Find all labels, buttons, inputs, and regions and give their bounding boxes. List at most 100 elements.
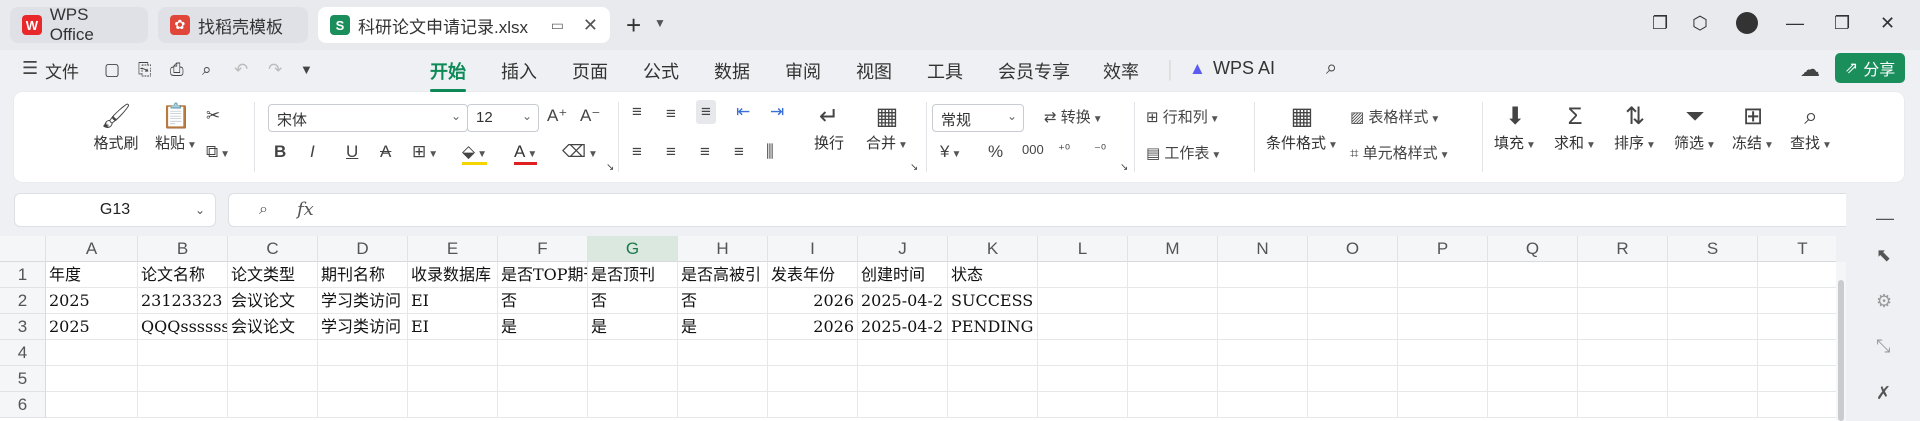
close-tab-icon[interactable]: ✕ [583, 15, 598, 36]
cell-c6[interactable] [228, 392, 318, 418]
cell-j2[interactable]: 2025-04-2 [858, 288, 948, 314]
cell-e3[interactable]: EI [408, 314, 498, 340]
cell-a1[interactable]: 年度 [46, 262, 138, 288]
tablet-mode-icon[interactable]: ❐ [1652, 13, 1668, 34]
cell-o1[interactable] [1308, 262, 1398, 288]
cell-r6[interactable] [1578, 392, 1668, 418]
cell-d6[interactable] [318, 392, 408, 418]
cell-c1[interactable]: 论文类型 [228, 262, 318, 288]
fill-color-icon[interactable]: ⬙ ▼ [462, 142, 487, 165]
sum-button[interactable]: Σ 求和 ▼ [1552, 102, 1598, 153]
avatar[interactable] [1736, 12, 1758, 34]
cell-g1[interactable]: 是否顶刊 [588, 262, 678, 288]
cell-a5[interactable] [46, 366, 138, 392]
window-preview-icon[interactable]: ▭ [551, 17, 564, 34]
decrease-font-icon[interactable]: A⁻ [580, 106, 600, 126]
strikethrough-icon[interactable]: A [380, 142, 391, 162]
print-preview-icon[interactable]: ⌕ [202, 60, 212, 80]
scissors-icon[interactable]: ✂ [206, 106, 220, 126]
cell-h2[interactable]: 否 [678, 288, 768, 314]
cell-e1[interactable]: 收录数据库 [408, 262, 498, 288]
cell-t1[interactable] [1758, 262, 1836, 288]
cell-m2[interactable] [1128, 288, 1218, 314]
cell-l3[interactable] [1038, 314, 1128, 340]
cell-a2[interactable]: 2025 [46, 288, 138, 314]
cell-q6[interactable] [1488, 392, 1578, 418]
adjust-icon[interactable]: ⚙ [1876, 291, 1892, 312]
cell-m6[interactable] [1128, 392, 1218, 418]
distributed-icon[interactable]: ⫼ [766, 142, 774, 162]
freeze-button[interactable]: ⊞ 冻结 ▼ [1730, 102, 1776, 153]
cell-j5[interactable] [858, 366, 948, 392]
cell-b3[interactable]: QQQssssss [138, 314, 228, 340]
cell-i4[interactable] [768, 340, 858, 366]
cell-f1[interactable]: 是否TOP期刊 [498, 262, 588, 288]
cell-d2[interactable]: 学习类访问 [318, 288, 408, 314]
save-icon[interactable]: ▢ [104, 60, 120, 80]
cell-p5[interactable] [1398, 366, 1488, 392]
increase-font-icon[interactable]: A⁺ [547, 106, 567, 126]
close-window-icon[interactable]: ✕ [1880, 13, 1895, 34]
cell-q3[interactable] [1488, 314, 1578, 340]
column-header-n[interactable]: N [1218, 236, 1308, 262]
cell-p6[interactable] [1398, 392, 1488, 418]
column-header-c[interactable]: C [228, 236, 318, 262]
cell-b1[interactable]: 论文名称 [138, 262, 228, 288]
new-tab-icon[interactable]: + [626, 10, 641, 41]
column-header-g[interactable]: G [588, 236, 678, 262]
cell-d1[interactable]: 期刊名称 [318, 262, 408, 288]
font-name-select[interactable]: 宋体 ⌄ [268, 104, 468, 132]
cell-s6[interactable] [1668, 392, 1758, 418]
find-button[interactable]: ⌕ 查找 ▼ [1788, 102, 1834, 153]
cell-p2[interactable] [1398, 288, 1488, 314]
filter-button[interactable]: ⏷ 筛选 ▼ [1672, 102, 1718, 153]
cell-c5[interactable] [228, 366, 318, 392]
column-header-k[interactable]: K [948, 236, 1038, 262]
menu-insert[interactable]: 插入 [501, 58, 537, 84]
align-top-icon[interactable]: ≡ [632, 102, 642, 122]
align-dialog-launcher-icon[interactable]: ↘ [910, 162, 918, 173]
cell-j1[interactable]: 创建时间 [858, 262, 948, 288]
cell-c3[interactable]: 会议论文 [228, 314, 318, 340]
column-header-a[interactable]: A [46, 236, 138, 262]
search-icon[interactable]: ⌕ [1326, 57, 1337, 80]
cell-o6[interactable] [1308, 392, 1398, 418]
cell-b6[interactable] [138, 392, 228, 418]
cell-c4[interactable] [228, 340, 318, 366]
cell-o2[interactable] [1308, 288, 1398, 314]
cell-k5[interactable] [948, 366, 1038, 392]
number-dialog-launcher-icon[interactable]: ↘ [1120, 162, 1128, 173]
menu-review[interactable]: 审阅 [785, 58, 821, 84]
cell-n1[interactable] [1218, 262, 1308, 288]
cell-t3[interactable] [1758, 314, 1836, 340]
percent-icon[interactable]: % [988, 142, 1003, 162]
cell-q5[interactable] [1488, 366, 1578, 392]
cell-i3[interactable]: 2026 [768, 314, 858, 340]
cell-k6[interactable] [948, 392, 1038, 418]
currency-icon[interactable]: ¥ ▼ [940, 142, 961, 162]
minimize-icon[interactable]: — [1786, 13, 1804, 34]
cell-d3[interactable]: 学习类访问 [318, 314, 408, 340]
cell-t6[interactable] [1758, 392, 1836, 418]
menu-wps-ai[interactable]: WPS AI [1213, 58, 1275, 79]
cell-n3[interactable] [1218, 314, 1308, 340]
menu-efficiency[interactable]: 效率 [1103, 58, 1139, 84]
cell-g5[interactable] [588, 366, 678, 392]
row-header-3[interactable]: 3 [0, 314, 46, 340]
cell-r5[interactable] [1578, 366, 1668, 392]
cell-s1[interactable] [1668, 262, 1758, 288]
merge-button[interactable]: ▦ 合并 ▼ [860, 102, 914, 153]
redo-icon[interactable]: ↷ [268, 60, 282, 80]
column-header-i[interactable]: I [768, 236, 858, 262]
cell-r2[interactable] [1578, 288, 1668, 314]
cell-l6[interactable] [1038, 392, 1128, 418]
cell-q2[interactable] [1488, 288, 1578, 314]
underline-icon[interactable]: U [346, 142, 358, 162]
cell-h1[interactable]: 是否高被引 [678, 262, 768, 288]
cell-l4[interactable] [1038, 340, 1128, 366]
align-bottom-icon[interactable]: ≡ [696, 100, 716, 124]
row-header-1[interactable]: 1 [0, 262, 46, 288]
cell-f5[interactable] [498, 366, 588, 392]
row-header-5[interactable]: 5 [0, 366, 46, 392]
cloud-upload-icon[interactable]: ☁ [1800, 57, 1820, 82]
